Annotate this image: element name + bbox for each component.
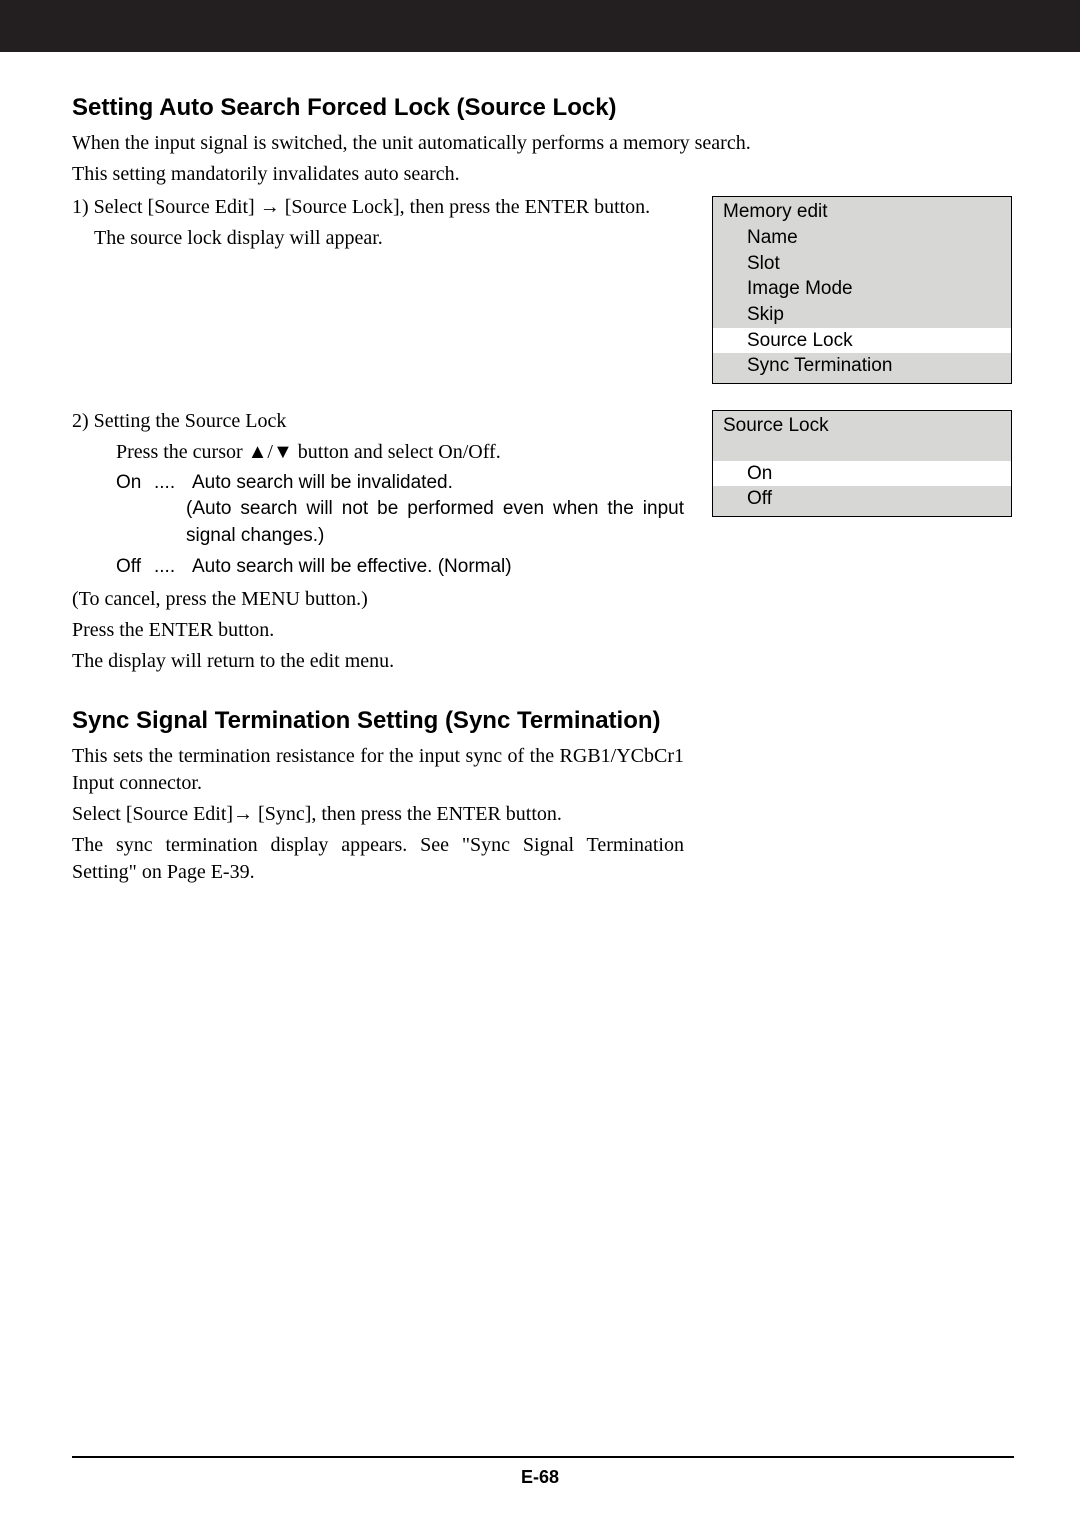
press-enter: Press the ENTER button. [72,617,684,644]
page-number: E-68 [0,1467,1080,1488]
osd-title: Memory edit [713,197,1011,225]
osd-item-sync-termination: Sync Termination [713,353,1011,379]
step1-sub: The source lock display will appear. [72,225,684,252]
section2-p2: Select [Source Edit]→ [Sync], then press… [72,801,684,828]
footer-divider [72,1456,1014,1458]
osd-memory-edit: Memory edit Name Slot Image Mode Skip So… [712,196,1012,384]
step2-line: 2) Setting the Source Lock [72,408,684,435]
section1-p1: When the input signal is switched, the u… [72,130,1014,157]
osd-sl-on: On [713,461,1011,487]
osd-item-skip: Skip [713,302,1011,328]
step1-line: 1) Select [Source Edit] → [Source Lock],… [72,194,684,221]
osd-item-slot: Slot [713,251,1011,277]
section1-heading: Setting Auto Search Forced Lock (Source … [72,94,1014,122]
dots-icon: .... [154,554,184,581]
section2-p1: This sets the termination resistance for… [72,743,684,797]
osd-item-source-lock: Source Lock [713,328,1011,354]
section2-heading: Sync Signal Termination Setting (Sync Te… [72,707,1014,735]
osd-sl-title: Source Lock [713,411,1011,439]
off-text: Auto search will be effective. (Normal) [192,554,684,581]
section2-p3: The sync termination display appears. Se… [72,832,684,886]
osd-sl-off: Off [713,486,1011,512]
off-label: Off [116,554,146,581]
step2-sub: Press the cursor ▲/▼ button and select O… [72,439,684,466]
header-band [0,0,1080,52]
on-label: On [116,470,146,497]
section1-p2: This setting mandatorily invalidates aut… [72,161,1014,188]
on-text2: (Auto search will not be performed even … [116,496,684,549]
osd-item-image-mode: Image Mode [713,276,1011,302]
cancel-note: (To cancel, press the MENU button.) [72,586,684,613]
on-text1: Auto search will be invalidated. [192,470,684,497]
osd-source-lock: Source Lock On Off [712,410,1012,517]
osd-item-name: Name [713,225,1011,251]
dots-icon: .... [154,470,184,497]
return-note: The display will return to the edit menu… [72,648,684,675]
